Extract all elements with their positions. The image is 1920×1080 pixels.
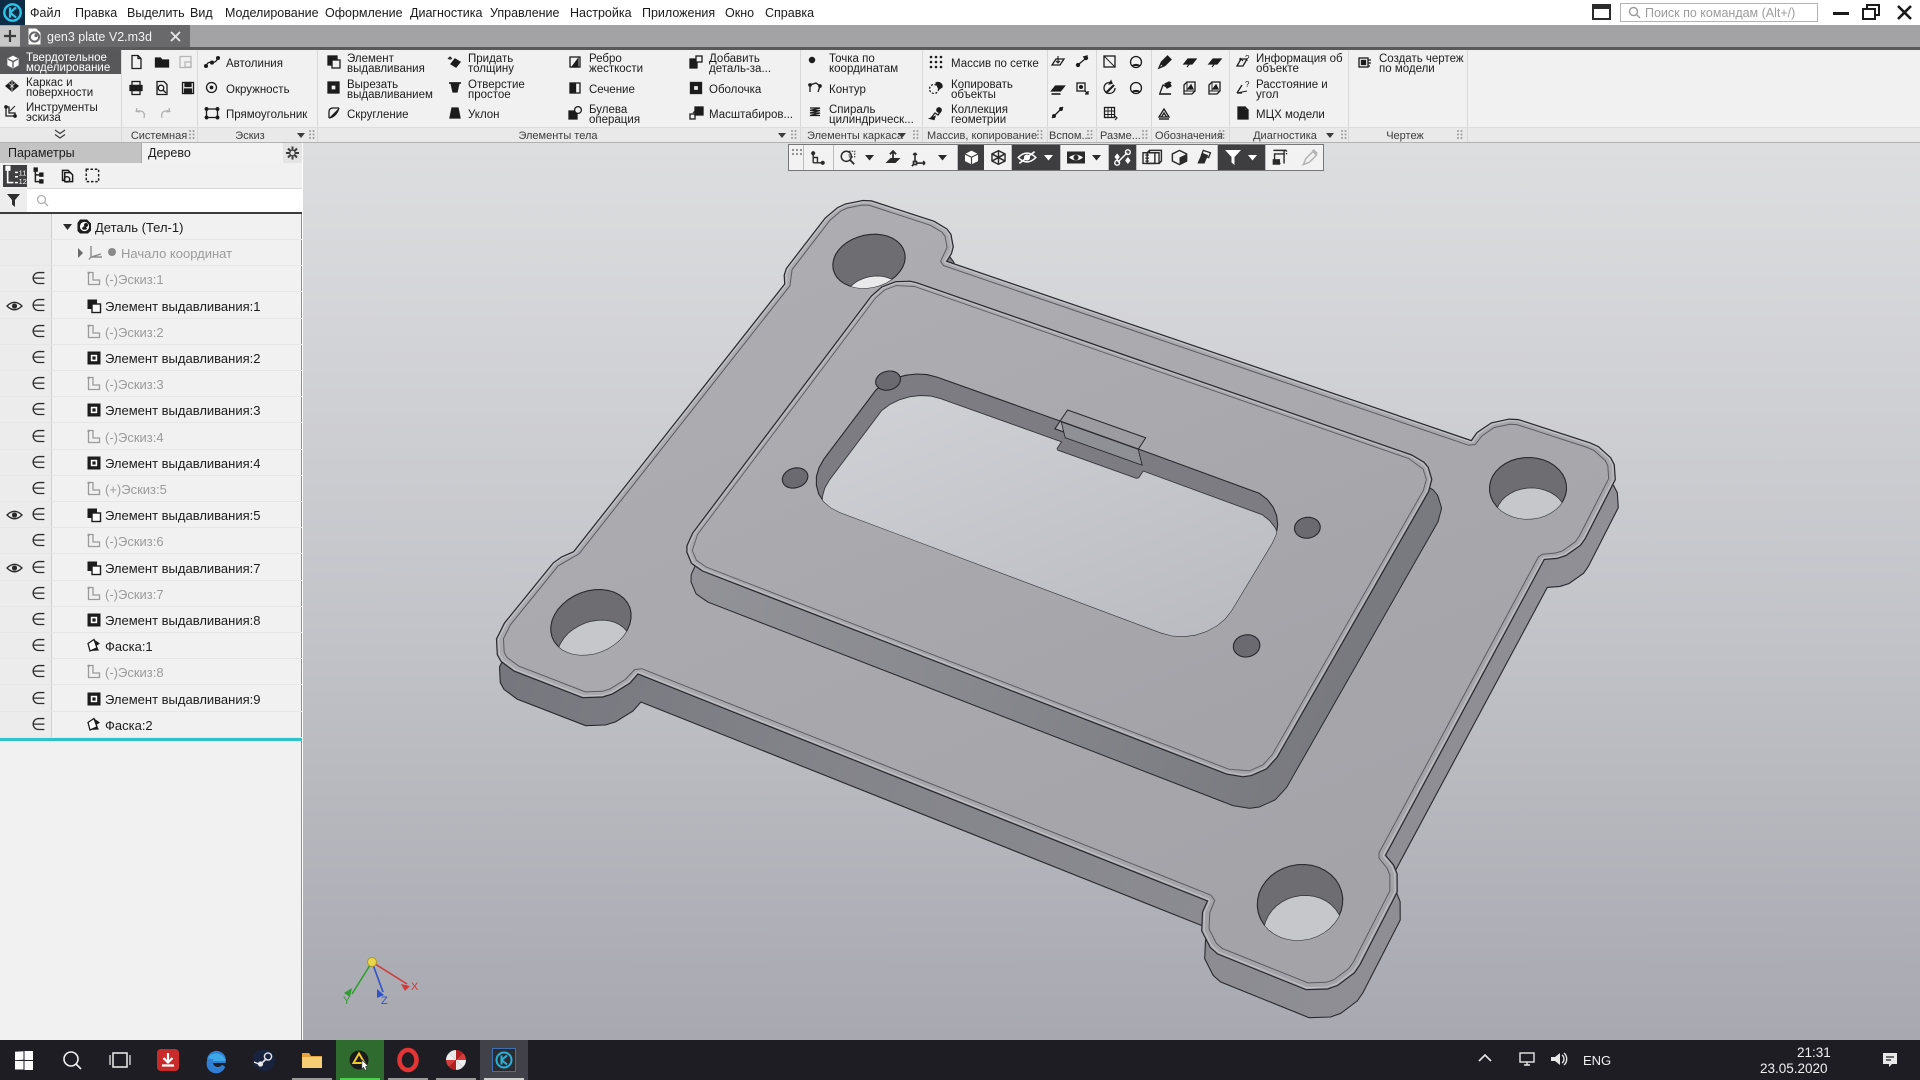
svg-text:11: 11 bbox=[19, 168, 27, 177]
svg-text:?: ? bbox=[1245, 54, 1250, 63]
svg-text:?: ? bbox=[1245, 80, 1250, 89]
svg-text:Z: Z bbox=[381, 995, 388, 1007]
svg-text:Y: Y bbox=[343, 995, 351, 1007]
svg-text:12: 12 bbox=[19, 177, 27, 186]
svg-text:X: X bbox=[411, 981, 419, 993]
